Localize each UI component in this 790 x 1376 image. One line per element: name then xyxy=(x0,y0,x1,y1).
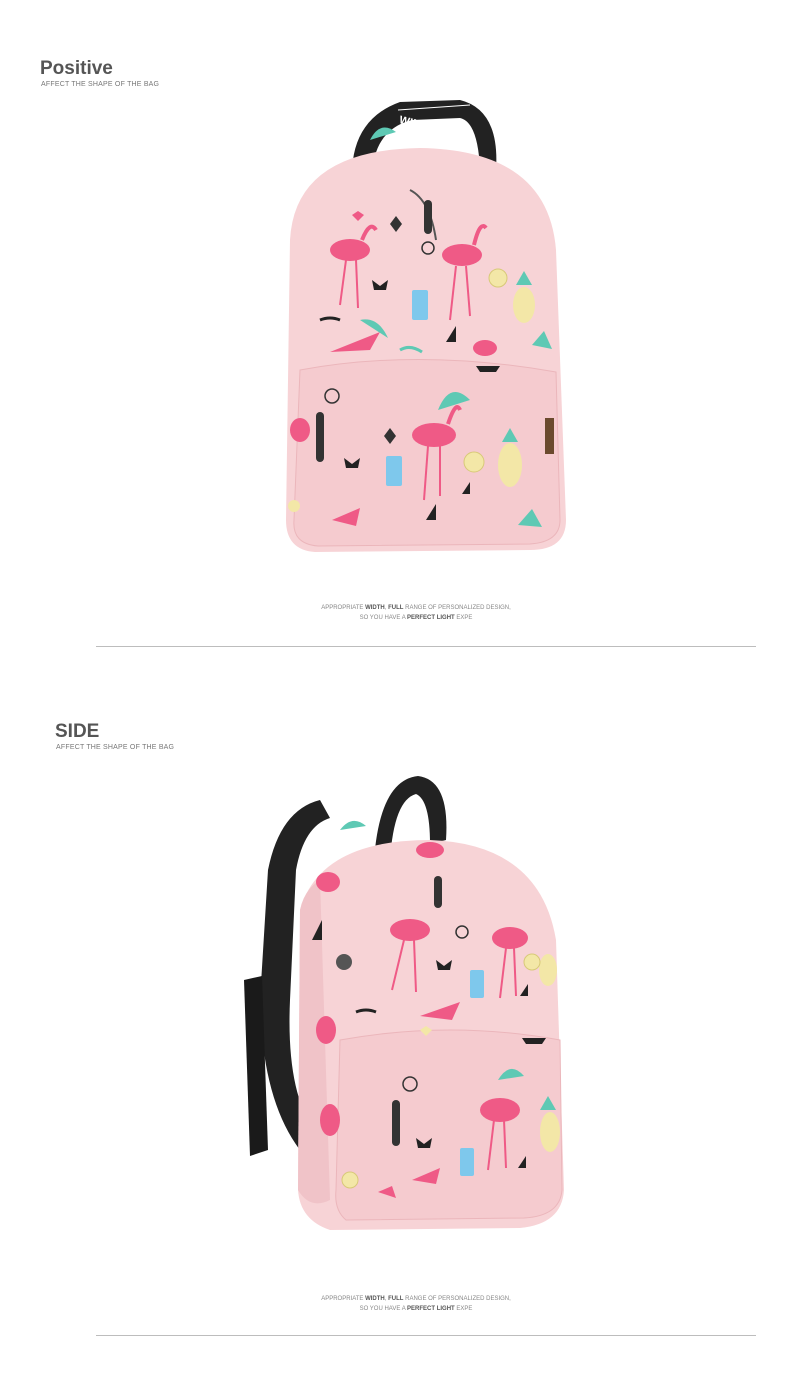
divider-side xyxy=(96,1335,756,1336)
caption-side: APPROPRIATE WIDTH, FULL RANGE OF PERSONA… xyxy=(0,1294,790,1314)
backpack-side-photo: WINTER&BAG xyxy=(244,776,564,1230)
caption-positive: APPROPRIATE WIDTH, FULL RANGE OF PERSONA… xyxy=(0,603,790,623)
brand-label xyxy=(545,418,554,454)
caption-line-2: SO YOU HAVE A PERFECT LIGHT EXPE xyxy=(359,615,473,621)
caption-line-1: APPROPRIATE WIDTH, FULL RANGE OF PERSONA… xyxy=(321,605,511,611)
section-title-positive: Positive xyxy=(40,58,113,79)
zipper-pull-pocket-side xyxy=(392,1100,400,1146)
caption-line-2-side: SO YOU HAVE A PERFECT LIGHT EXPE xyxy=(359,1306,473,1312)
backpack-front-photo: WINTER&BAG xyxy=(286,100,566,552)
caption-line-1-side: APPROPRIATE WIDTH, FULL RANGE OF PERSONA… xyxy=(321,1296,511,1302)
zipper-pull-pocket xyxy=(316,412,324,462)
zipper-pull-top xyxy=(424,200,432,234)
divider-positive xyxy=(96,646,756,647)
zipper-pull-top-side xyxy=(434,876,442,908)
section-title-side: SIDE xyxy=(55,721,100,742)
front-pocket-side xyxy=(335,1029,563,1221)
section-subtitle-side: AFFECT THE SHAPE OF THE BAG xyxy=(56,744,175,751)
